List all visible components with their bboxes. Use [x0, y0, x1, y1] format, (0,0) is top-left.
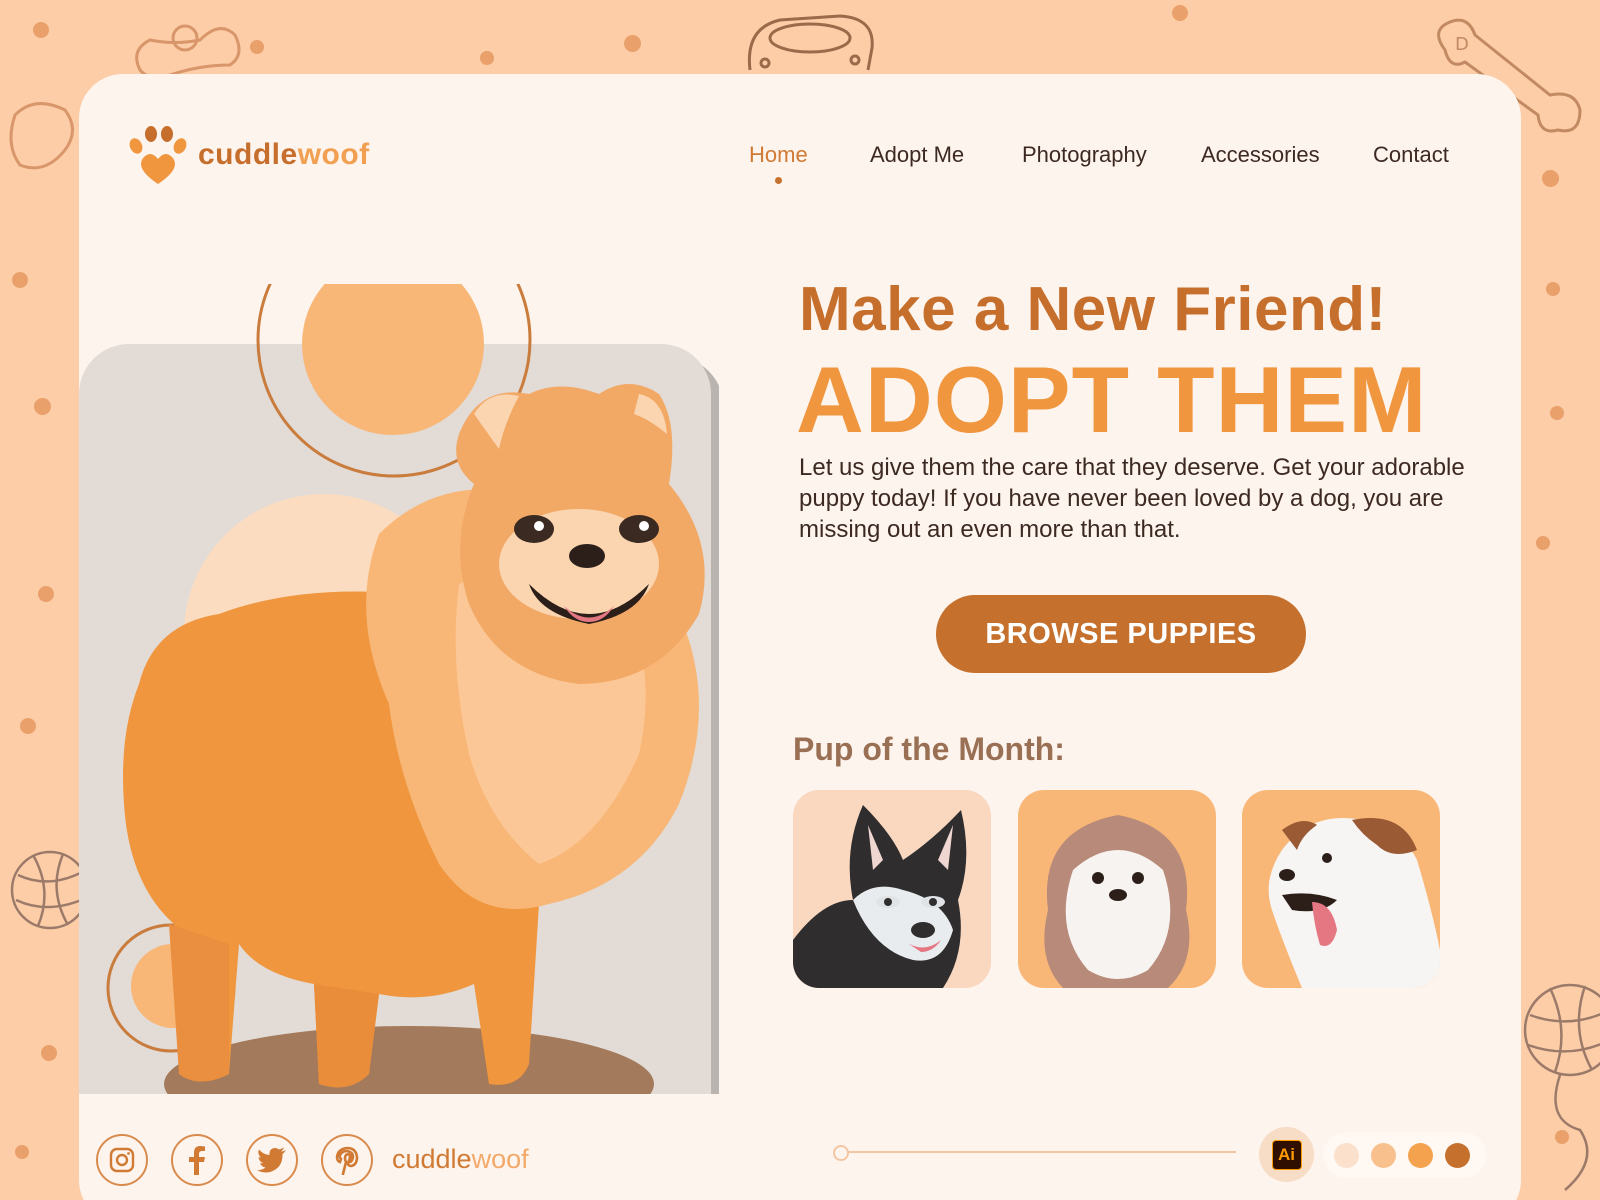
- nav-item-home[interactable]: Home: [749, 142, 808, 184]
- pinterest-button[interactable]: [321, 1134, 373, 1186]
- active-indicator: [775, 177, 783, 184]
- pup-of-month-heading: Pup of the Month:: [793, 731, 1065, 767]
- progress-track: [836, 1151, 1236, 1153]
- yarn-ball-doodle-icon: [10, 850, 83, 930]
- facebook-icon: [189, 1146, 205, 1175]
- nav-item-accessories[interactable]: Accessories: [1201, 142, 1320, 168]
- main-card: cuddlewoof Home Adopt Me Photography Acc…: [79, 74, 1521, 1200]
- dog-bowl-doodle-icon: [747, 14, 874, 71]
- hero-title: Make a New Friend!: [799, 275, 1387, 344]
- twitter-icon: [257, 1147, 286, 1173]
- jack-russell-portrait-icon: [1242, 790, 1440, 988]
- illustrator-badge: Ai: [1259, 1127, 1314, 1182]
- hero-description: Let us give them the care that they dese…: [799, 454, 1465, 543]
- bone-doodle-icon: [9, 102, 74, 170]
- brand-name: cuddlewoof: [198, 138, 370, 171]
- nav-item-contact[interactable]: Contact: [1373, 142, 1449, 168]
- svg-text:D: D: [1455, 34, 1469, 55]
- browse-puppies-button[interactable]: BROWSE PUPPIES: [936, 595, 1306, 673]
- twitter-button[interactable]: [246, 1134, 298, 1186]
- color-swatch-2[interactable]: [1371, 1143, 1396, 1168]
- instagram-icon: [109, 1147, 135, 1173]
- pup-card-jack-russell[interactable]: [1242, 790, 1440, 988]
- instagram-button[interactable]: [96, 1134, 148, 1186]
- husky-portrait-icon: [793, 790, 991, 988]
- nav-item-photography[interactable]: Photography: [1022, 142, 1147, 168]
- pup-card-husky[interactable]: [793, 790, 991, 988]
- paw-icon: [129, 126, 187, 184]
- hero-subtitle: ADOPT THEM: [796, 347, 1428, 452]
- bone-doodle-icon: [135, 24, 241, 80]
- illustrator-icon: Ai: [1271, 1139, 1302, 1170]
- facebook-button[interactable]: [171, 1134, 223, 1186]
- color-swatch-1[interactable]: [1334, 1143, 1359, 1168]
- pinterest-icon: [335, 1146, 359, 1175]
- nav-item-adopt-me[interactable]: Adopt Me: [870, 142, 964, 168]
- yarn-ball-doodle-icon: [1523, 983, 1600, 1191]
- color-swatch-4[interactable]: [1445, 1143, 1470, 1168]
- progress-handle[interactable]: [833, 1145, 849, 1161]
- pup-card-shih-tzu[interactable]: [1018, 790, 1216, 988]
- color-swatch-3[interactable]: [1408, 1143, 1433, 1168]
- footer-brand-name: cuddlewoof: [392, 1144, 529, 1174]
- brand-logo[interactable]: cuddlewoof: [124, 124, 370, 186]
- pomeranian-illustration: [79, 284, 719, 1094]
- shih-tzu-portrait-icon: [1018, 790, 1216, 988]
